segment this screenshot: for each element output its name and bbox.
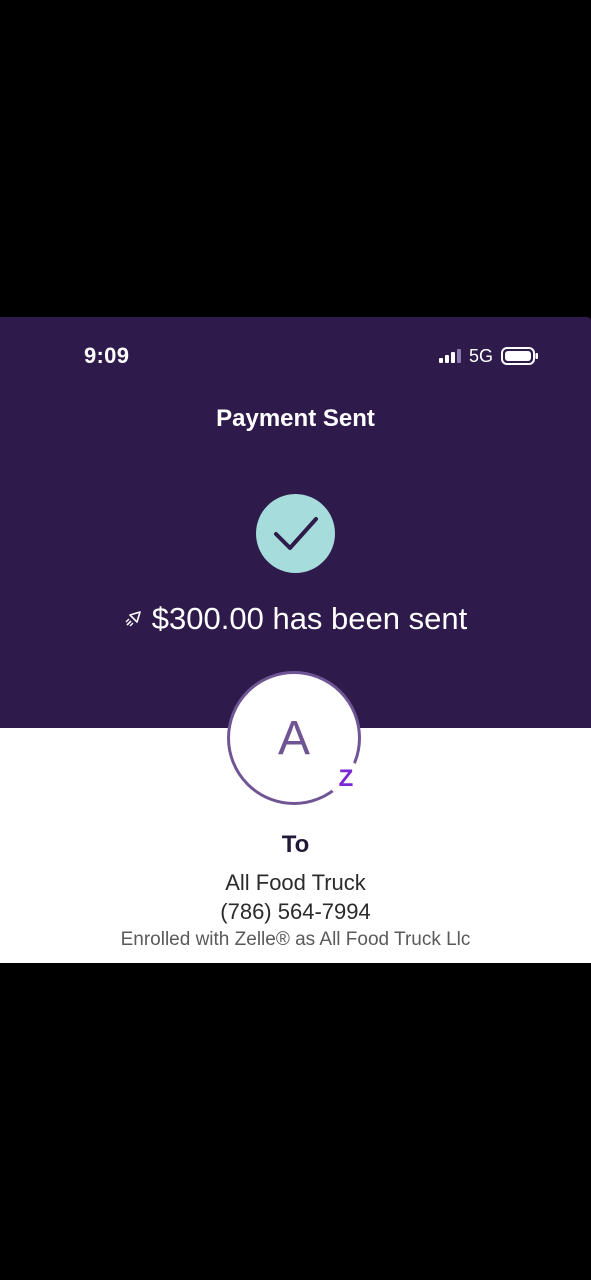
sent-confirmation: $300.00 has been sent <box>0 601 591 637</box>
zelle-icon: Z <box>328 761 364 797</box>
to-label: To <box>281 831 310 858</box>
enrolled-note: Enrolled with Zelle® as All Food Truck L… <box>120 929 471 950</box>
status-time: 9:09 <box>84 343 130 368</box>
recipient-phone: (786) 564-7994 <box>220 899 371 924</box>
zelle-badge-letter: Z <box>338 765 354 792</box>
payment-sent-screen: 9:09 5G Payment Sent $300.00 has been se… <box>0 317 591 963</box>
signal-bars-icon <box>438 349 461 363</box>
recipient-name: All Food Truck <box>225 870 366 895</box>
page-title: Payment Sent <box>216 405 375 432</box>
sent-message: $300.00 has been sent <box>151 601 468 636</box>
avatar-initial: A <box>277 711 310 765</box>
checkmark-icon <box>256 494 335 573</box>
battery-icon <box>501 347 538 365</box>
status-indicators: 5G <box>438 345 539 367</box>
rocket-icon <box>125 611 141 627</box>
network-label: 5G <box>468 345 493 366</box>
